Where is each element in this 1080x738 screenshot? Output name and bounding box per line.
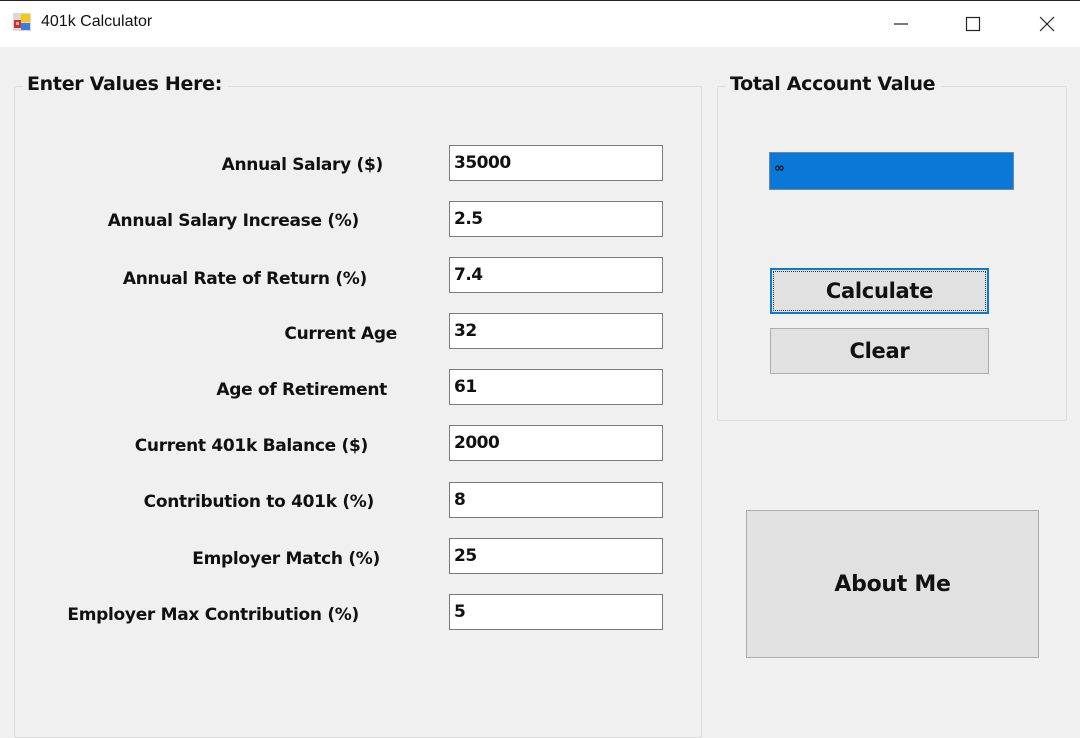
- contribution-to-401k-label: Contribution to 401k (%): [143, 492, 375, 512]
- inputs-group-title: Enter Values Here:: [23, 73, 229, 95]
- total-account-value-output[interactable]: ∞: [769, 152, 1014, 190]
- annual-salary-increase-input[interactable]: [449, 201, 663, 237]
- close-icon: [1039, 16, 1055, 32]
- current-age-input[interactable]: [449, 313, 663, 349]
- clear-button[interactable]: Clear: [770, 328, 989, 374]
- app-icon: [13, 13, 31, 31]
- annual-salary-label: Annual Salary ($): [221, 155, 384, 175]
- about-me-button[interactable]: About Me: [746, 510, 1039, 658]
- window-title: 401k Calculator: [41, 13, 153, 30]
- current-401k-balance-label: Current 401k Balance ($): [134, 436, 369, 456]
- current-age-label: Current Age: [284, 324, 397, 344]
- minimize-button[interactable]: [878, 1, 924, 47]
- employer-max-contribution-label: Employer Max Contribution (%): [67, 605, 359, 625]
- title-bar: 401k Calculator: [0, 0, 1080, 47]
- current-401k-balance-input[interactable]: [449, 425, 663, 461]
- annual-rate-of-return-input[interactable]: [449, 257, 663, 293]
- maximize-button[interactable]: [950, 1, 996, 47]
- annual-rate-of-return-label: Annual Rate of Return (%): [122, 269, 367, 289]
- employer-max-contribution-input[interactable]: [449, 594, 663, 630]
- annual-salary-input[interactable]: [449, 145, 663, 181]
- annual-salary-increase-label: Annual Salary Increase (%): [107, 211, 360, 231]
- age-of-retirement-input[interactable]: [449, 369, 663, 405]
- contribution-to-401k-input[interactable]: [449, 482, 663, 518]
- inputs-group: Enter Values Here:: [14, 73, 702, 738]
- total-account-value-title: Total Account Value: [726, 73, 942, 95]
- maximize-icon: [965, 16, 981, 32]
- minimize-icon: [894, 23, 908, 25]
- employer-match-input[interactable]: [449, 538, 663, 574]
- employer-match-label: Employer Match (%): [192, 549, 380, 569]
- age-of-retirement-label: Age of Retirement: [216, 380, 387, 400]
- calculate-button[interactable]: Calculate: [770, 268, 989, 314]
- close-button[interactable]: [1024, 1, 1070, 47]
